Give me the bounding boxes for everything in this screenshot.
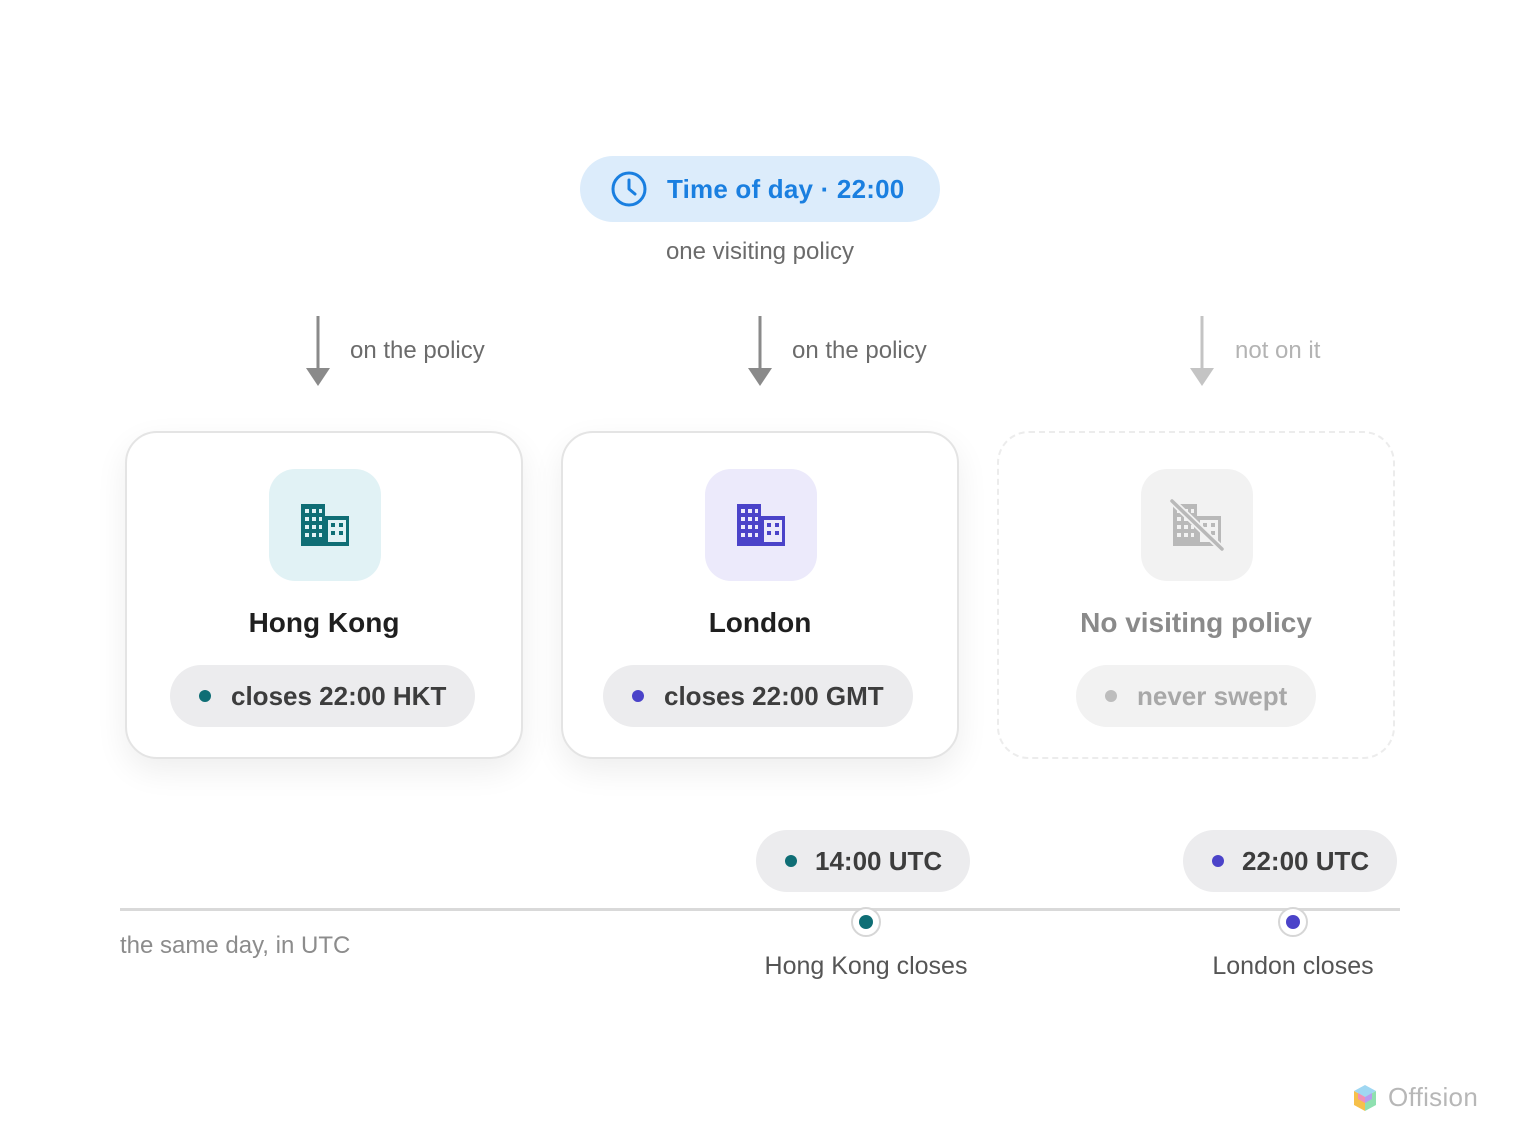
status-dot <box>1212 855 1224 867</box>
utc-time: 22:00 UTC <box>1242 845 1370 876</box>
status-text: never swept <box>1137 680 1288 711</box>
arrow-down-icon <box>1189 316 1215 386</box>
utc-time-pill-hong-kong: 14:00 UTC <box>756 830 971 892</box>
timeline-label-hong-kong: Hong Kong closes <box>764 952 968 980</box>
building-off-icon <box>1141 469 1253 581</box>
policy-label: Time of day · 22:00 <box>667 173 905 204</box>
status-dot <box>199 690 211 702</box>
policy-pill: Time of day · 22:00 <box>580 156 940 222</box>
offision-logo-icon <box>1354 1084 1376 1111</box>
timeline-axis <box>120 908 1400 911</box>
timeline-marker-london <box>1278 907 1308 937</box>
building-icon <box>269 469 381 581</box>
arrow-label-london: on the policy <box>792 337 927 364</box>
arrow-down-icon <box>747 316 773 386</box>
clock-icon <box>611 171 647 207</box>
utc-time-pill-london: 22:00 UTC <box>1183 830 1398 892</box>
status-pill: never swept <box>1076 665 1317 727</box>
status-text: closes 22:00 HKT <box>231 680 447 711</box>
office-name: No visiting policy <box>1080 607 1312 638</box>
utc-time: 14:00 UTC <box>815 845 943 876</box>
brand: Offision <box>1352 1082 1478 1113</box>
brand-name: Offision <box>1388 1082 1479 1112</box>
office-name: Hong Kong <box>248 607 400 638</box>
status-text: closes 22:00 GMT <box>664 680 884 711</box>
office-card-hong-kong[interactable]: Hong Kong closes 22:00 HKT <box>125 431 523 759</box>
building-icon <box>705 469 817 581</box>
timeline-marker-hong-kong <box>851 907 881 937</box>
office-card-no-policy[interactable]: No visiting policy never swept <box>997 431 1395 759</box>
office-name: London <box>708 607 812 638</box>
arrow-label-hong-kong: on the policy <box>350 337 485 364</box>
office-card-london[interactable]: London closes 22:00 GMT <box>561 431 959 759</box>
timeline-label-london: London closes <box>1212 952 1374 980</box>
policy-caption: one visiting policy <box>665 238 855 265</box>
status-dot <box>785 855 797 867</box>
status-dot <box>632 690 644 702</box>
timeline-caption: the same day, in UTC <box>120 932 351 959</box>
status-pill: closes 22:00 GMT <box>603 665 913 727</box>
status-dot <box>1105 690 1117 702</box>
arrow-down-icon <box>305 316 331 386</box>
arrow-label-none: not on it <box>1235 337 1321 364</box>
status-pill: closes 22:00 HKT <box>170 665 476 727</box>
